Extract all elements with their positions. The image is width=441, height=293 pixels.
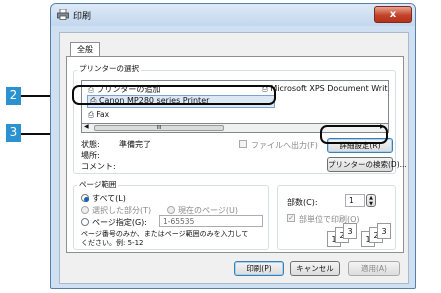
- copies-label: 部数(C):: [287, 198, 318, 207]
- title-bar: 印刷 x: [51, 4, 415, 26]
- print-to-file-label: ファイルへ出力(F): [251, 141, 318, 150]
- collate-page-icon: 3: [377, 223, 391, 239]
- printer-select-title: プリンターの選択: [77, 63, 141, 74]
- range-current-radio[interactable]: [167, 206, 175, 214]
- range-hint-line2: ください。例: 5-12: [81, 239, 144, 247]
- status-value: 準備完了: [119, 140, 151, 149]
- range-pages-radio[interactable]: [81, 218, 89, 226]
- scroll-grip: III: [156, 125, 162, 131]
- copies-input[interactable]: 1: [345, 194, 365, 207]
- close-button[interactable]: x: [374, 6, 412, 23]
- print-to-file-checkbox[interactable]: [239, 140, 247, 148]
- location-label: 場所:: [81, 151, 100, 160]
- range-all-radio[interactable]: [81, 194, 89, 202]
- preferences-highlight: [320, 125, 388, 144]
- collate-illustration: 1 2 3 1 2 3: [325, 223, 395, 249]
- dialog-body: 全般 プリンターの選択 ⎙ プリンターの追加 ⎙ Microsoft XPS D…: [59, 32, 409, 284]
- comment-label: コメント:: [81, 162, 116, 171]
- collate-checkbox[interactable]: ✓: [287, 214, 295, 222]
- collate-page-icon: 3: [343, 223, 357, 239]
- print-dialog: 印刷 x 全般 プリンターの選択 ⎙ プリンターの追加 ⎙ Microsoft …: [50, 3, 416, 289]
- page-range-input[interactable]: 1-65535: [159, 215, 263, 227]
- copies-spinner[interactable]: ▲ ▼: [366, 194, 376, 207]
- printer-icon: [57, 9, 69, 20]
- scroll-thumb[interactable]: III: [94, 125, 224, 131]
- printer-item-xps[interactable]: ⎙ Microsoft XPS Document Writ: [262, 84, 387, 94]
- printer-highlight: [72, 85, 276, 105]
- scroll-left-icon[interactable]: ◀: [84, 123, 89, 130]
- range-all-label: すべて(L): [92, 194, 126, 203]
- callout-3: 3: [6, 124, 21, 142]
- print-button[interactable]: 印刷(P): [234, 261, 284, 276]
- callout-2: 2: [6, 87, 21, 105]
- cancel-button[interactable]: キャンセル: [290, 261, 340, 276]
- range-selection-radio[interactable]: [81, 206, 89, 214]
- printer-item-label: Microsoft XPS Document Writ: [270, 84, 388, 93]
- range-pages-label: ページ指定(G):: [92, 218, 147, 227]
- tab-general[interactable]: 全般: [70, 42, 100, 57]
- page-range-title: ページ範囲: [77, 179, 119, 190]
- fax-icon: ⎙: [88, 110, 94, 119]
- printer-item-fax[interactable]: ⎙ Fax: [88, 110, 109, 120]
- spin-down-icon[interactable]: ▼: [369, 201, 373, 207]
- printer-item-label: Fax: [96, 110, 110, 119]
- range-selection-label: 選択した部分(T): [92, 206, 152, 215]
- window-title: 印刷: [73, 12, 92, 22]
- status-label: 状態:: [81, 140, 100, 149]
- find-printer-button[interactable]: プリンターの検索(D)...: [327, 157, 407, 172]
- apply-button[interactable]: 適用(A): [348, 261, 400, 276]
